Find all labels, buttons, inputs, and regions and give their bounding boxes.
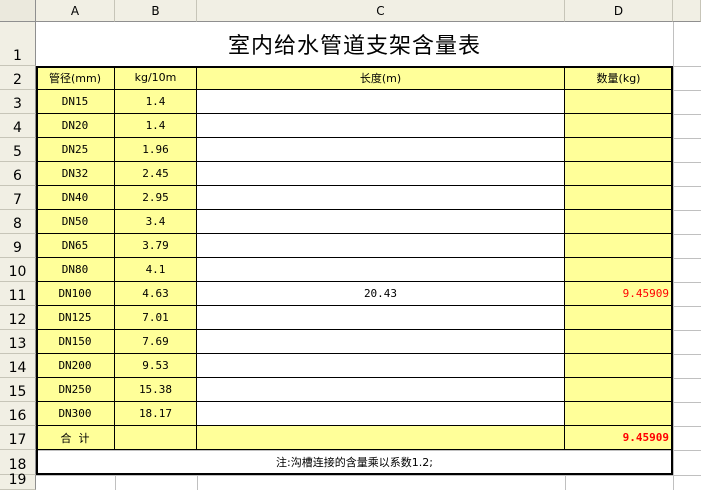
row-header-10[interactable]: 10 [0, 258, 36, 282]
total-value[interactable]: 9.45909 [565, 426, 673, 450]
cell-unit-weight[interactable]: 15.38 [115, 378, 197, 402]
total-length[interactable] [197, 426, 565, 450]
cell-diameter[interactable]: DN65 [36, 234, 115, 258]
row-header-19[interactable]: 19 [0, 472, 36, 490]
cell-unit-weight[interactable]: 1.4 [115, 90, 197, 114]
cell-length[interactable] [197, 114, 565, 138]
cell-diameter[interactable]: DN25 [36, 138, 115, 162]
cell-diameter[interactable]: DN300 [36, 402, 115, 426]
gridline [673, 22, 674, 490]
cell-diameter[interactable]: DN100 [36, 282, 115, 306]
spreadsheet: A B C D 1 2 3 4 5 6 7 8 9 10 11 12 13 14 15 16 17 18 19 室内给水管道支… [0, 0, 701, 490]
cell-unit-weight[interactable]: 1.96 [115, 138, 197, 162]
cell-length[interactable] [197, 354, 565, 378]
cell-unit-weight[interactable]: 3.4 [115, 210, 197, 234]
cell-diameter[interactable]: DN50 [36, 210, 115, 234]
cell-quantity[interactable] [565, 402, 673, 426]
column-header-A[interactable]: A [36, 0, 115, 22]
row-header-8[interactable]: 8 [0, 210, 36, 234]
cell-unit-weight[interactable]: 4.1 [115, 258, 197, 282]
cell-quantity[interactable] [565, 378, 673, 402]
row-header-16[interactable]: 16 [0, 402, 36, 426]
cell-quantity[interactable]: 9.45909 [565, 282, 673, 306]
cell-unit-weight[interactable]: 1.4 [115, 114, 197, 138]
cell-diameter[interactable]: DN80 [36, 258, 115, 282]
cell-length[interactable] [197, 234, 565, 258]
column-header-B[interactable]: B [115, 0, 197, 22]
table-title: 室内给水管道支架含量表 [36, 22, 673, 66]
cell-diameter[interactable]: DN150 [36, 330, 115, 354]
cell-unit-weight[interactable]: 7.01 [115, 306, 197, 330]
cell-diameter[interactable]: DN250 [36, 378, 115, 402]
row-header-1[interactable]: 1 [0, 22, 36, 66]
cell-quantity[interactable] [565, 90, 673, 114]
cell-diameter[interactable]: DN32 [36, 162, 115, 186]
row-header-17[interactable]: 17 [0, 426, 36, 450]
cell-length[interactable] [197, 162, 565, 186]
cell-quantity[interactable] [565, 354, 673, 378]
select-all-corner[interactable] [0, 0, 36, 22]
row-header-11[interactable]: 11 [0, 282, 36, 306]
cell-length[interactable] [197, 378, 565, 402]
cell-length[interactable] [197, 330, 565, 354]
cell-unit-weight[interactable]: 4.63 [115, 282, 197, 306]
row-header-3[interactable]: 3 [0, 90, 36, 114]
cell-length[interactable] [197, 402, 565, 426]
row-header-13[interactable]: 13 [0, 330, 36, 354]
row-header-4[interactable]: 4 [0, 114, 36, 138]
cell-diameter[interactable]: DN15 [36, 90, 115, 114]
header-diameter[interactable]: 管径(mm) [36, 66, 115, 90]
cell-unit-weight[interactable]: 3.79 [115, 234, 197, 258]
cell-length[interactable] [197, 138, 565, 162]
column-header-blank[interactable] [673, 0, 701, 22]
row-header-12[interactable]: 12 [0, 306, 36, 330]
total-unit-weight[interactable] [115, 426, 197, 450]
row-header-9[interactable]: 9 [0, 234, 36, 258]
row-header-5[interactable]: 5 [0, 138, 36, 162]
cell-length[interactable] [197, 90, 565, 114]
header-length[interactable]: 长度(m) [197, 66, 565, 90]
total-label[interactable]: 合 计 [36, 426, 115, 450]
cell-quantity[interactable] [565, 138, 673, 162]
cell-quantity[interactable] [565, 186, 673, 210]
cell-quantity[interactable] [565, 330, 673, 354]
cell-unit-weight[interactable]: 9.53 [115, 354, 197, 378]
cell-unit-weight[interactable]: 2.45 [115, 162, 197, 186]
row-header-15[interactable]: 15 [0, 378, 36, 402]
cell-unit-weight[interactable]: 7.69 [115, 330, 197, 354]
header-quantity[interactable]: 数量(kg) [565, 66, 673, 90]
column-header-C[interactable]: C [197, 0, 565, 22]
row-header-6[interactable]: 6 [0, 162, 36, 186]
cell-quantity[interactable] [565, 210, 673, 234]
cell-diameter[interactable]: DN20 [36, 114, 115, 138]
row-header-14[interactable]: 14 [0, 354, 36, 378]
gridline [36, 475, 701, 476]
cell-length[interactable]: 20.43 [197, 282, 565, 306]
row-header-2[interactable]: 2 [0, 66, 36, 90]
cell-quantity[interactable] [565, 114, 673, 138]
cell-diameter[interactable]: DN200 [36, 354, 115, 378]
cell-quantity[interactable] [565, 234, 673, 258]
cell-quantity[interactable] [565, 306, 673, 330]
cell-unit-weight[interactable]: 2.95 [115, 186, 197, 210]
cell-quantity[interactable] [565, 162, 673, 186]
cell-quantity[interactable] [565, 258, 673, 282]
cell-length[interactable] [197, 258, 565, 282]
cell-length[interactable] [197, 186, 565, 210]
cell-unit-weight[interactable]: 18.17 [115, 402, 197, 426]
table-note[interactable]: 注:沟槽连接的含量乘以系数1.2; [36, 451, 673, 475]
cell-diameter[interactable]: DN40 [36, 186, 115, 210]
column-header-D[interactable]: D [565, 0, 673, 22]
cell-length[interactable] [197, 210, 565, 234]
header-unit-weight[interactable]: kg/10m [115, 66, 197, 90]
cell-length[interactable] [197, 306, 565, 330]
cell-diameter[interactable]: DN125 [36, 306, 115, 330]
row-header-7[interactable]: 7 [0, 186, 36, 210]
